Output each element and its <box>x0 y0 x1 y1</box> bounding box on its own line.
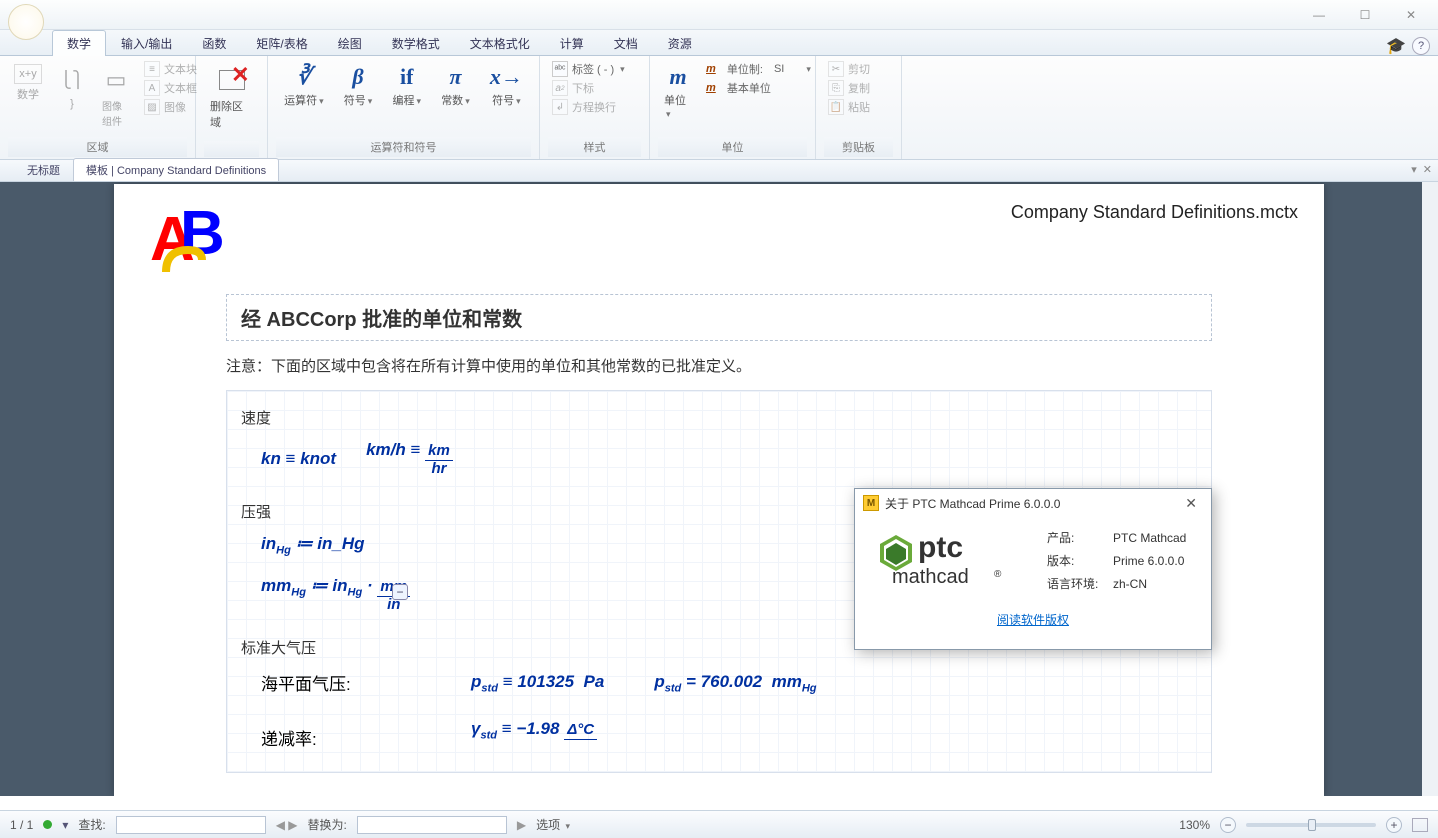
text-block-button[interactable]: ≡文本块 <box>140 60 201 78</box>
status-dot-icon <box>43 820 52 829</box>
inhg-def: inHg ≔ in_Hg <box>261 534 365 556</box>
about-dialog: M 关于 PTC Mathcad Prime 6.0.0.0 ✕ ptc mat… <box>854 488 1212 650</box>
dialog-close-button[interactable]: ✕ <box>1179 493 1203 514</box>
image-button[interactable]: ▨图像 <box>140 98 201 116</box>
close-button[interactable]: ✕ <box>1388 4 1434 26</box>
tab-function[interactable]: 函数 <box>187 30 241 56</box>
subscript-button[interactable]: a2下标 <box>548 79 629 97</box>
tab-resource[interactable]: 资源 <box>653 30 707 56</box>
copy-button[interactable]: ⎘复制 <box>824 79 874 97</box>
tab-mathformat[interactable]: 数学格式 <box>377 30 455 56</box>
tab-calc[interactable]: 计算 <box>545 30 599 56</box>
cut-button[interactable]: ✂剪切 <box>824 60 874 78</box>
svg-text:mathcad: mathcad <box>892 566 969 588</box>
find-label: 查找: <box>78 816 105 833</box>
help-button[interactable]: ? <box>1412 37 1430 55</box>
status-bar: 1 / 1 ▾ 查找: ◀ ▶ 替换为: ▶ 选项 ▾ 130% − + <box>0 810 1438 838</box>
unit-button[interactable]: m单位▾ <box>658 60 698 124</box>
ribbon-tabs: 数学 输入/输出 函数 矩阵/表格 绘图 数学格式 文本格式化 计算 文档 资源 <box>0 30 1438 56</box>
operator-button[interactable]: ∛运算符▾ <box>278 60 330 112</box>
ribbon: x+y数学 ⎩⎫} ▭图像组件 ≡文本块 A文本框 ▨图像 区域 ✕删除区域 ∛… <box>0 56 1438 160</box>
mmhg-def: mmHg ≔ inHg · mmin <box>261 576 410 613</box>
workspace: Company Standard Definitions.mctx AB 经 A… <box>0 182 1438 796</box>
gamma-def: γstd ≡ −1.98 Δ°C <box>471 719 597 756</box>
unit-system-button[interactable]: m 单位制: SI▾ <box>702 60 815 78</box>
symbol-button[interactable]: β符号▾ <box>338 60 379 112</box>
doctab-untitled[interactable]: 无标题 <box>14 158 73 181</box>
app-menu-button[interactable] <box>8 4 44 40</box>
tab-textformat[interactable]: 文本格式化 <box>455 30 545 56</box>
zoom-in-button[interactable]: + <box>1386 817 1402 833</box>
tab-dropdown-icon[interactable]: ▾ <box>1411 163 1417 176</box>
group-label-region: 区域 <box>8 137 187 157</box>
zoom-out-button[interactable]: − <box>1220 817 1236 833</box>
image-component-button[interactable]: ▭图像组件 <box>96 60 136 132</box>
tab-close-icon[interactable]: ✕ <box>1423 163 1432 176</box>
company-logo: AB <box>142 200 232 280</box>
doctab-template[interactable]: 模板 | Company Standard Definitions <box>73 158 279 181</box>
kn-def: kn ≡ knot <box>261 449 336 469</box>
paste-button[interactable]: 📋粘贴 <box>824 98 874 116</box>
note-text[interactable]: 注意：下面的区域中包含将在所有计算中使用的单位和其他常数的已批准定义。 <box>226 355 1212 376</box>
tab-plot[interactable]: 绘图 <box>323 30 377 56</box>
solve-block-button[interactable]: ⎩⎫} <box>52 60 92 114</box>
dialog-title: 关于 PTC Mathcad Prime 6.0.0.0 <box>885 495 1060 512</box>
pstd-pa: pstd ≡ 101325 Pa <box>471 672 604 694</box>
constant-button[interactable]: π常数▾ <box>435 60 476 112</box>
sealevel-label: 海平面气压: <box>261 670 421 695</box>
kmh-def: km/h ≡ kmhr <box>366 440 453 477</box>
svg-text:®: ® <box>994 569 1002 580</box>
zoom-value: 130% <box>1179 818 1210 832</box>
symbol2-button[interactable]: x→符号▾ <box>484 60 529 112</box>
text-box-button[interactable]: A文本框 <box>140 79 201 97</box>
math-region-button[interactable]: x+y数学 <box>8 60 48 106</box>
zoom-slider[interactable] <box>1246 823 1376 827</box>
minimize-button[interactable]: — <box>1296 4 1342 26</box>
tag-button[interactable]: ᵃᵇᶜ标签 ( - )▾ <box>548 60 629 78</box>
tab-doc[interactable]: 文档 <box>599 30 653 56</box>
group-label-unit: 单位 <box>658 137 807 157</box>
collapse-toggle[interactable]: − <box>392 584 408 600</box>
replace-label: 替换为: <box>308 816 347 833</box>
speed-heading: 速度 <box>241 407 1197 428</box>
graduate-icon[interactable]: 🎓 <box>1386 36 1406 56</box>
tab-io[interactable]: 输入/输出 <box>106 30 187 56</box>
group-label-style: 样式 <box>548 137 641 157</box>
group-label-clip: 剪贴板 <box>824 137 893 157</box>
window-titlebar: — ☐ ✕ <box>0 0 1438 30</box>
title-block[interactable]: 经 ABCCorp 批准的单位和常数 <box>226 294 1212 341</box>
programming-button[interactable]: if编程▾ <box>386 60 427 112</box>
ptc-logo: ptc mathcad ® <box>869 527 1029 597</box>
eq-wrap-button[interactable]: ↲方程换行 <box>548 98 629 116</box>
svg-text:ptc: ptc <box>918 531 963 564</box>
fullscreen-icon[interactable] <box>1412 818 1428 832</box>
tab-math[interactable]: 数学 <box>52 30 106 56</box>
lapse-label: 递减率: <box>261 725 421 750</box>
pstd-mmhg: pstd = 760.002 mmHg <box>654 672 816 694</box>
group-label-ops: 运算符和符号 <box>276 137 531 157</box>
delete-region-button[interactable]: ✕删除区域 <box>204 60 259 134</box>
maximize-button[interactable]: ☐ <box>1342 4 1388 26</box>
find-input[interactable] <box>116 816 266 834</box>
replace-input[interactable] <box>357 816 507 834</box>
tab-matrix[interactable]: 矩阵/表格 <box>241 30 322 56</box>
document-tabs: 无标题 模板 | Company Standard Definitions ▾ ✕ <box>0 160 1438 182</box>
license-link[interactable]: 阅读软件版权 <box>997 613 1069 627</box>
group-label-empty1 <box>204 141 259 157</box>
base-unit-button[interactable]: m 基本单位 <box>702 79 815 97</box>
filename-label: Company Standard Definitions.mctx <box>1011 202 1298 223</box>
vertical-scrollbar[interactable] <box>1422 182 1438 796</box>
mathcad-icon: M <box>863 495 879 511</box>
options-button[interactable]: 选项 ▾ <box>536 816 570 833</box>
page-indicator: 1 / 1 <box>10 818 33 832</box>
dialog-info: 产品:PTC Mathcad 版本:Prime 6.0.0.0 语言环境:zh-… <box>1047 527 1186 597</box>
